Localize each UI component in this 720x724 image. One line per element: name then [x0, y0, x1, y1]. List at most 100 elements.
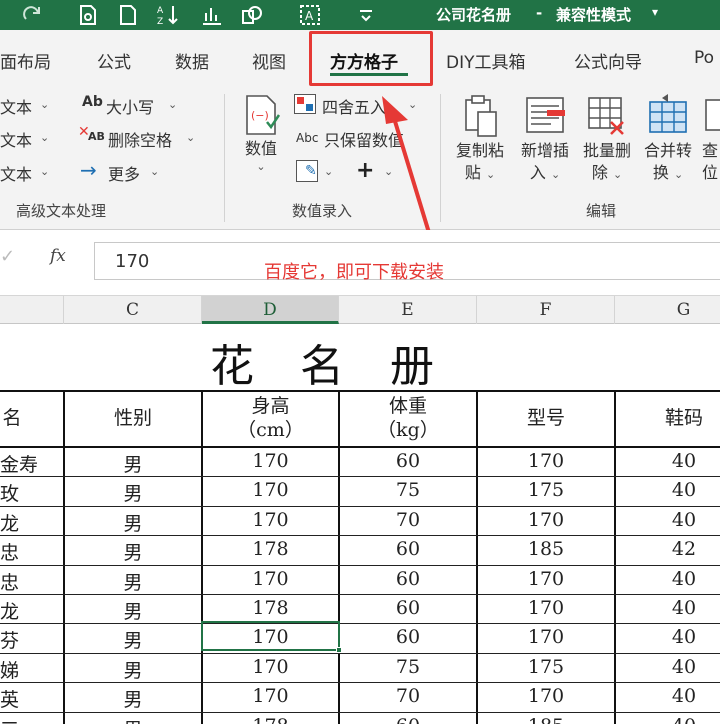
- table-cell[interactable]: 60: [339, 597, 477, 619]
- table-cell[interactable]: 42: [615, 538, 720, 560]
- table-cell[interactable]: 男: [64, 568, 202, 595]
- table-cell[interactable]: 185: [477, 538, 615, 560]
- lookup-button[interactable]: 查 位: [700, 92, 720, 184]
- copy-paste-button[interactable]: 复制粘 贴 ⌄: [452, 92, 508, 186]
- print-preview-icon[interactable]: [76, 3, 100, 27]
- table-cell[interactable]: 忠: [0, 568, 48, 595]
- table-cell[interactable]: 男: [64, 538, 202, 565]
- chart-icon[interactable]: [200, 3, 224, 27]
- textbox-icon[interactable]: A: [298, 3, 322, 27]
- header-cell[interactable]: 鞋码: [615, 406, 720, 430]
- table-cell[interactable]: 40: [615, 626, 720, 648]
- sort-icon[interactable]: AZ: [156, 3, 180, 27]
- table-cell[interactable]: 40: [615, 450, 720, 472]
- column-header-c[interactable]: C: [64, 296, 202, 324]
- table-cell[interactable]: 170: [477, 568, 615, 590]
- active-cell-selection[interactable]: [201, 621, 340, 651]
- column-header-f[interactable]: F: [477, 296, 615, 324]
- table-cell[interactable]: 男: [64, 685, 202, 712]
- remove-spaces-button[interactable]: 删除空格: [108, 127, 172, 151]
- table-cell[interactable]: 170: [202, 568, 339, 590]
- table-cell[interactable]: 70: [339, 509, 477, 531]
- table-cell[interactable]: 175: [477, 656, 615, 678]
- table-cell[interactable]: 185: [477, 715, 615, 724]
- text-item-3[interactable]: 文本: [0, 161, 32, 185]
- table-cell[interactable]: 178: [202, 538, 339, 560]
- table-cell[interactable]: 170: [477, 509, 615, 531]
- table-cell[interactable]: 170: [202, 685, 339, 707]
- table-cell[interactable]: 玫: [0, 479, 48, 506]
- table-cell[interactable]: 40: [615, 685, 720, 707]
- table-cell[interactable]: 40: [615, 568, 720, 590]
- chevron-down-icon[interactable]: ⌄: [150, 165, 159, 178]
- table-cell[interactable]: 170: [202, 656, 339, 678]
- table-cell[interactable]: 170: [477, 685, 615, 707]
- text-item-2[interactable]: 文本: [0, 127, 32, 151]
- redo-icon[interactable]: [20, 3, 44, 27]
- chevron-down-icon[interactable]: ⌄: [168, 98, 177, 111]
- shape-icon[interactable]: [240, 3, 264, 27]
- table-cell[interactable]: 75: [339, 656, 477, 678]
- header-cell[interactable]: 名: [0, 406, 64, 430]
- header-cell[interactable]: 性别: [64, 406, 202, 430]
- chevron-down-icon[interactable]: ⌄: [40, 131, 49, 144]
- table-cell[interactable]: 40: [615, 656, 720, 678]
- table-cell[interactable]: 男: [64, 715, 202, 724]
- table-cell[interactable]: 170: [202, 509, 339, 531]
- worksheet[interactable]: 花名册 名性别 身高 （cm） 体重 （kg） 型号 鞋码 金寿男 170 60 170 40 玫男 1…: [0, 324, 720, 724]
- table-cell[interactable]: 男: [64, 597, 202, 624]
- table-cell[interactable]: 芬: [0, 626, 48, 653]
- table-cell[interactable]: 60: [339, 568, 477, 590]
- tab-page-layout[interactable]: 面布局: [0, 48, 51, 73]
- column-header-b[interactable]: [0, 296, 64, 324]
- table-cell[interactable]: 178: [202, 597, 339, 619]
- chevron-down-icon[interactable]: ▾: [652, 5, 658, 19]
- table-cell[interactable]: 三: [0, 715, 48, 724]
- table-cell[interactable]: 男: [64, 656, 202, 683]
- edit-cell-icon[interactable]: ✎: [296, 160, 318, 182]
- table-cell[interactable]: 170: [477, 626, 615, 648]
- customize-icon[interactable]: [354, 3, 378, 27]
- table-cell[interactable]: 60: [339, 626, 477, 648]
- values-button[interactable]: (−) 数值 ⌄: [238, 92, 284, 173]
- more-button[interactable]: 更多: [108, 161, 140, 185]
- column-header-g[interactable]: G: [615, 296, 720, 324]
- table-cell[interactable]: 60: [339, 715, 477, 724]
- table-cell[interactable]: 40: [615, 715, 720, 724]
- table-cell[interactable]: 60: [339, 450, 477, 472]
- header-cell[interactable]: 型号: [477, 406, 615, 430]
- merge-convert-button[interactable]: 合并转 换 ⌄: [638, 92, 698, 186]
- table-cell[interactable]: 龙: [0, 597, 48, 624]
- tab-data[interactable]: 数据: [175, 48, 209, 73]
- fx-icon[interactable]: fx: [50, 246, 66, 266]
- insert-button[interactable]: 新增插 入 ⌄: [514, 92, 576, 186]
- new-document-icon[interactable]: [116, 3, 140, 27]
- tab-formula-wizard[interactable]: 公式向导: [574, 48, 642, 73]
- table-cell[interactable]: 178: [202, 715, 339, 724]
- table-cell[interactable]: 75: [339, 479, 477, 501]
- table-cell[interactable]: 金寿: [0, 450, 48, 477]
- table-cell[interactable]: 40: [615, 479, 720, 501]
- table-cell[interactable]: 170: [477, 597, 615, 619]
- header-cell[interactable]: 身高 （cm）: [202, 394, 339, 442]
- tab-diy-toolbox[interactable]: DIY工具箱: [446, 48, 526, 73]
- batch-delete-button[interactable]: 批量删 除 ⌄: [578, 92, 636, 186]
- table-cell[interactable]: 40: [615, 597, 720, 619]
- table-cell[interactable]: 男: [64, 509, 202, 536]
- table-cell[interactable]: 60: [339, 538, 477, 560]
- chevron-down-icon[interactable]: ⌄: [40, 98, 49, 111]
- tab-view[interactable]: 视图: [252, 48, 286, 73]
- table-cell[interactable]: 175: [477, 479, 615, 501]
- tab-power[interactable]: Po: [694, 48, 714, 68]
- chevron-down-icon[interactable]: ⌄: [186, 131, 195, 144]
- table-cell[interactable]: 龙: [0, 509, 48, 536]
- table-cell[interactable]: 娣: [0, 656, 48, 683]
- text-item-1[interactable]: 文本: [0, 94, 32, 118]
- check-icon[interactable]: ✓: [0, 246, 15, 267]
- column-header-e[interactable]: E: [339, 296, 477, 324]
- chevron-down-icon[interactable]: ⌄: [324, 165, 333, 178]
- uppercase-button[interactable]: 大小写: [106, 94, 154, 118]
- table-cell[interactable]: 40: [615, 509, 720, 531]
- header-cell[interactable]: 体重 （kg）: [339, 394, 477, 442]
- fill-handle[interactable]: [336, 647, 342, 653]
